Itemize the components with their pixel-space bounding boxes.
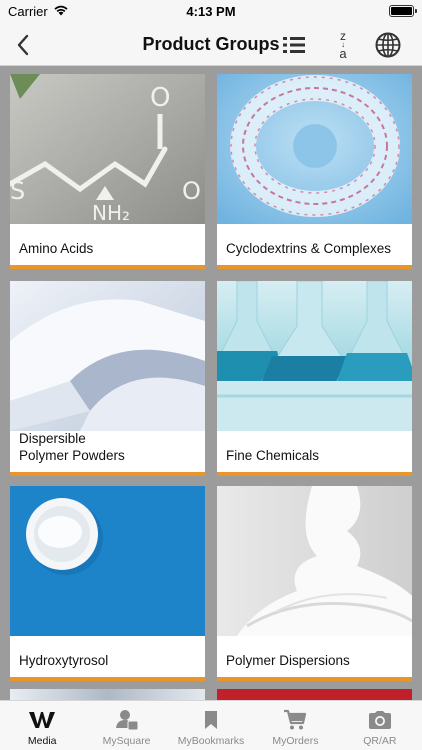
cyclodextrin-molecule-image [217, 74, 412, 224]
navigation-bar: Product Groups z ↓ a [0, 24, 422, 66]
product-card-label: Dispersible Polymer Powders [19, 431, 125, 463]
status-bar: Carrier 4:13 PM [0, 0, 422, 24]
battery-icon [389, 5, 417, 17]
svg-text:O: O [150, 83, 170, 113]
tab-label: QR/AR [363, 735, 397, 747]
app-frame: Carrier 4:13 PM Product Groups z ↓ a O S… [0, 0, 422, 750]
globe-icon [375, 32, 401, 58]
camera-icon [367, 709, 393, 731]
card-accent-bar [217, 472, 412, 476]
svg-text:O: O [182, 177, 201, 205]
product-card-label: Fine Chemicals [226, 448, 320, 463]
bookmark-icon [204, 709, 218, 731]
card-accent-bar [10, 265, 205, 269]
svg-text:S: S [10, 177, 25, 205]
next-card-preview-left [10, 689, 205, 700]
laboratory-flasks-image [217, 281, 412, 431]
white-powder-image [10, 281, 205, 431]
tab-label: MyOrders [272, 735, 319, 747]
product-card-label: Cyclodextrins & Complexes [226, 241, 392, 256]
w-logo-icon [29, 709, 56, 731]
svg-text:NH₂: NH₂ [92, 201, 130, 224]
cart-icon [283, 709, 307, 731]
sort-button[interactable]: z ↓ a [328, 30, 358, 60]
list-icon [283, 37, 305, 53]
tab-qr-ar[interactable]: QR/AR [338, 701, 422, 750]
product-card-hydroxytyrosol[interactable]: Hydroxytyrosol [10, 486, 205, 681]
amino-acid-structure-image: O S NH₂ O [10, 74, 205, 224]
card-accent-bar [217, 265, 412, 269]
product-card-label: Polymer Dispersions [226, 653, 350, 668]
list-view-button[interactable] [279, 30, 309, 60]
tab-mysquare[interactable]: MySquare [84, 701, 168, 750]
card-accent-bar [10, 472, 205, 476]
product-card-amino-acids[interactable]: O S NH₂ O Amino Acids [10, 74, 205, 269]
tab-label: Media [27, 735, 57, 747]
sort-a-glyph: a [339, 46, 347, 61]
tab-mybookmarks[interactable]: MyBookmarks [169, 701, 253, 750]
tab-media[interactable]: Media [0, 701, 84, 750]
tab-bar: Media MySquare MyBookmarks MyOrders QR/A… [0, 700, 422, 750]
product-card-dispersible-polymer-powders[interactable]: Dispersible Polymer Powders [10, 281, 205, 476]
card-accent-bar [10, 677, 205, 681]
powder-bowl-image [10, 486, 205, 636]
product-card-label: Hydroxytyrosol [19, 653, 109, 668]
tab-label: MySquare [102, 735, 151, 747]
person-card-icon [115, 709, 139, 731]
product-card-cyclodextrins[interactable]: Cyclodextrins & Complexes [217, 74, 412, 269]
product-card-fine-chemicals[interactable]: Fine Chemicals [217, 281, 412, 476]
page-title: Product Groups [142, 34, 280, 54]
card-accent-bar [217, 677, 412, 681]
product-card-polymer-dispersions[interactable]: Polymer Dispersions [217, 486, 412, 681]
next-card-preview-right [217, 689, 412, 700]
tab-label: MyBookmarks [177, 735, 245, 747]
white-dispersion-image [217, 486, 412, 636]
language-button[interactable] [373, 30, 403, 60]
tab-myorders[interactable]: MyOrders [253, 701, 337, 750]
product-card-label: Amino Acids [19, 241, 94, 256]
status-time: 4:13 PM [186, 4, 236, 19]
